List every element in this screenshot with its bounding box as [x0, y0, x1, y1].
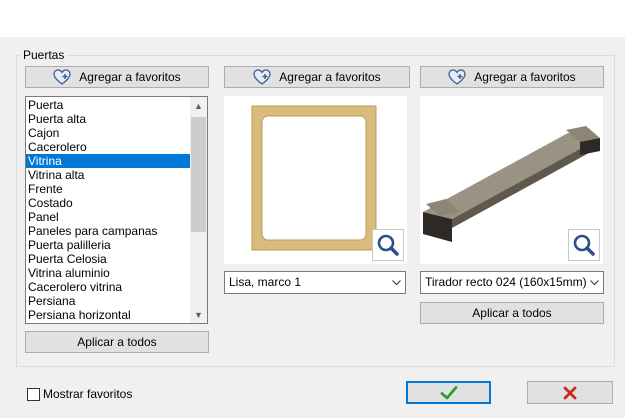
- handle-style-select[interactable]: Tirador recto 024 (160x15mm): [420, 271, 604, 294]
- chevron-down-icon[interactable]: [388, 272, 405, 293]
- heart-add-icon: [253, 69, 271, 85]
- door-style-value: Lisa, marco 1: [229, 275, 302, 289]
- scroll-thumb[interactable]: [191, 117, 206, 232]
- handle-style-value: Tirador recto 024 (160x15mm): [425, 275, 587, 289]
- checkmark-icon: [440, 385, 457, 399]
- magnifier-icon: [377, 234, 399, 256]
- add-favorite-button-door[interactable]: Agregar a favoritos: [224, 66, 410, 88]
- handle-preview: [420, 96, 603, 264]
- add-favorite-button-list[interactable]: Agregar a favoritos: [25, 66, 209, 88]
- door-type-list-items: Puerta Puerta alta Cajon Cacerolero Vitrina V…: [26, 98, 190, 322]
- door-preview: [224, 96, 407, 264]
- add-favorite-label: Agregar a favoritos: [79, 70, 181, 84]
- door-type-list[interactable]: Puerta Puerta alta Cajon Cacerolero Vitrina V…: [25, 96, 208, 324]
- list-item[interactable]: Paneles para campanas: [26, 224, 190, 238]
- list-item[interactable]: Cacerolero vitrina: [26, 280, 190, 294]
- title-bar: [0, 0, 627, 37]
- add-favorite-label: Agregar a favoritos: [279, 70, 381, 84]
- group-title: Puertas: [20, 48, 68, 62]
- show-favorites-checkbox[interactable]: [27, 388, 40, 401]
- heart-add-icon: [448, 69, 466, 85]
- apply-all-button-handle[interactable]: Aplicar a todos: [420, 302, 604, 324]
- list-item[interactable]: Frente: [26, 182, 190, 196]
- door-style-select[interactable]: Lisa, marco 1: [224, 271, 406, 294]
- add-favorite-label: Agregar a favoritos: [474, 70, 576, 84]
- apply-all-label: Aplicar a todos: [77, 335, 157, 349]
- scroll-up-icon[interactable]: ▲: [190, 97, 207, 114]
- apply-all-button-list[interactable]: Aplicar a todos: [25, 331, 209, 353]
- list-item[interactable]: Vitrina: [26, 154, 190, 168]
- add-favorite-button-handle[interactable]: Agregar a favoritos: [420, 66, 604, 88]
- list-scrollbar[interactable]: ▲ ▼: [190, 97, 207, 323]
- ok-button[interactable]: [406, 381, 491, 404]
- list-item[interactable]: Panel: [26, 210, 190, 224]
- list-item[interactable]: Vitrina aluminio: [26, 266, 190, 280]
- scroll-down-icon[interactable]: ▼: [190, 306, 207, 323]
- list-item[interactable]: Puerta alta: [26, 112, 190, 126]
- close-icon: [563, 386, 577, 399]
- cancel-button[interactable]: [527, 381, 613, 404]
- list-item[interactable]: Puerta Celosia: [26, 252, 190, 266]
- list-item[interactable]: Persiana horizontal: [26, 308, 190, 322]
- list-item[interactable]: Cajon: [26, 126, 190, 140]
- zoom-handle-button[interactable]: [568, 229, 600, 261]
- magnifier-icon: [573, 234, 595, 256]
- heart-add-icon: [53, 69, 71, 85]
- list-item[interactable]: Persiana: [26, 294, 190, 308]
- list-item[interactable]: Puerta: [26, 98, 190, 112]
- zoom-door-button[interactable]: [372, 229, 404, 261]
- list-item[interactable]: Vitrina alta: [26, 168, 190, 182]
- list-item[interactable]: Costado: [26, 196, 190, 210]
- show-favorites-label: Mostrar favoritos: [43, 387, 133, 401]
- list-item[interactable]: Cacerolero: [26, 140, 190, 154]
- chevron-down-icon[interactable]: [586, 272, 603, 293]
- apply-all-label: Aplicar a todos: [472, 306, 552, 320]
- list-item[interactable]: Puerta palilleria: [26, 238, 190, 252]
